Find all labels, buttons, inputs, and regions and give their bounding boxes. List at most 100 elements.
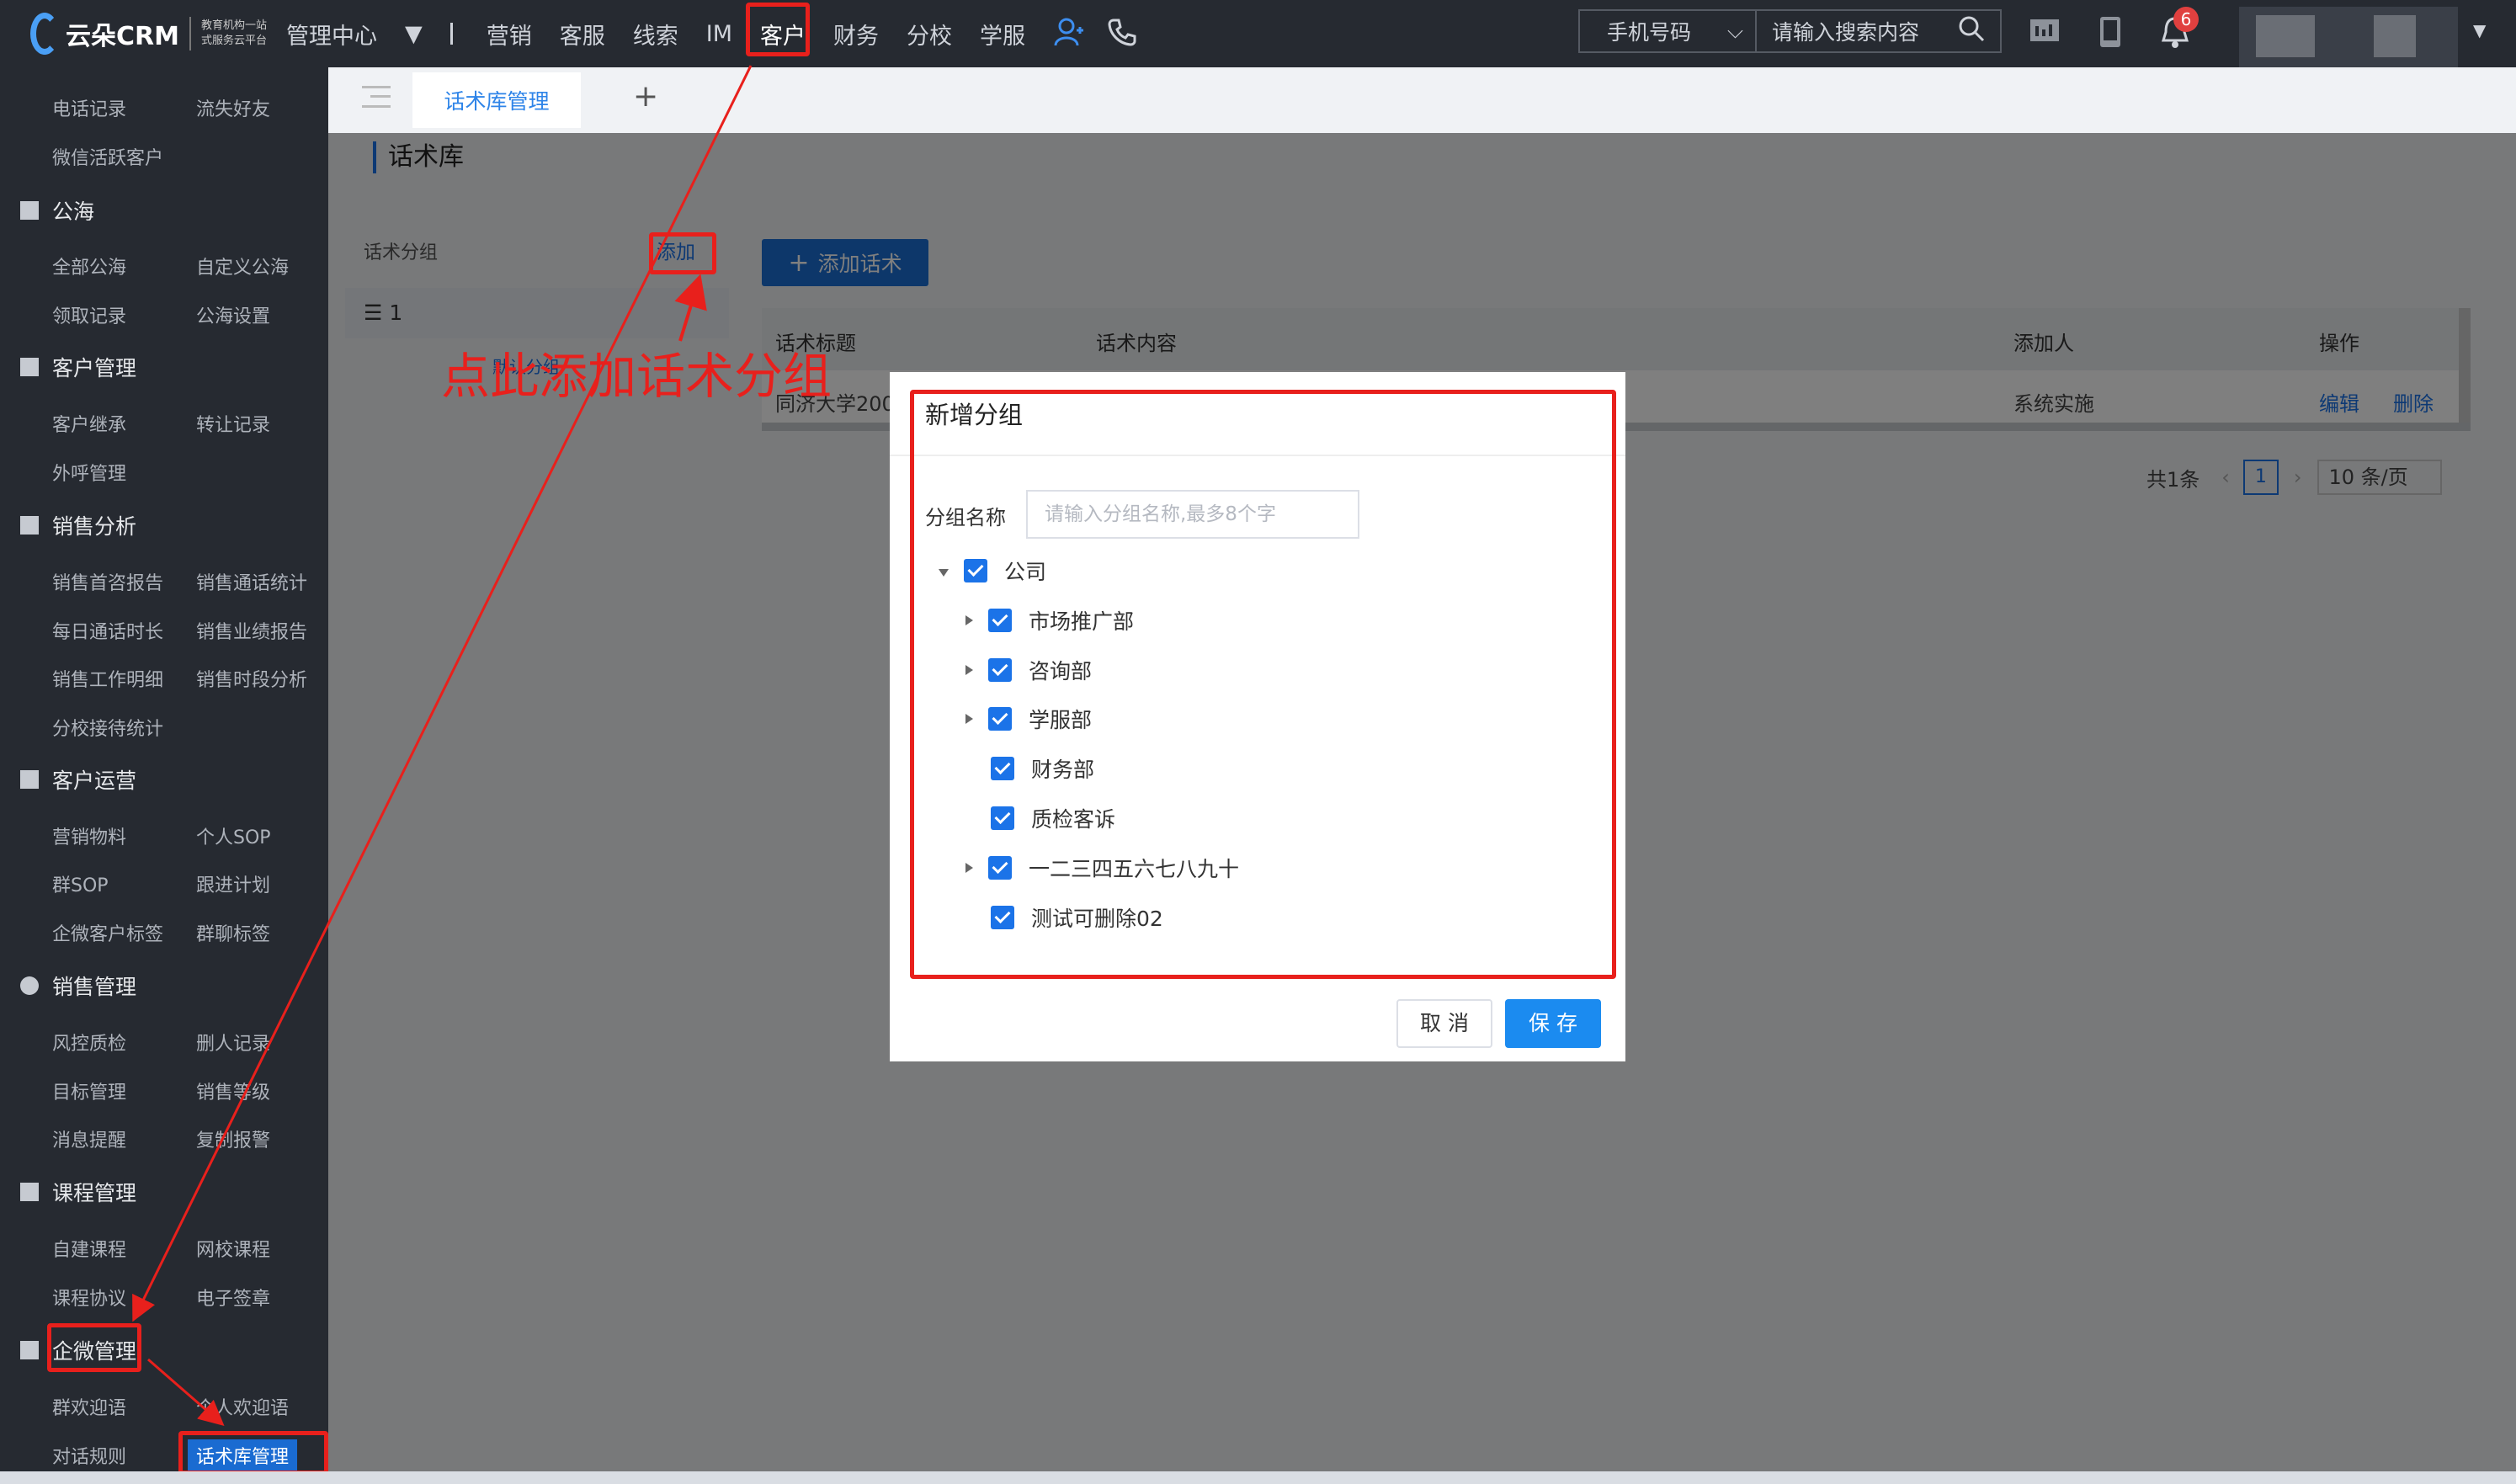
- tab-script-library[interactable]: 话术库管理: [412, 72, 581, 128]
- save-button[interactable]: 保 存: [1505, 999, 1601, 1048]
- chevron-down-icon[interactable]: ▼: [2473, 20, 2486, 40]
- sidebar-item[interactable]: 销售通话统计: [196, 568, 307, 595]
- sidebar-item[interactable]: 领取记录: [52, 301, 126, 328]
- search-icon[interactable]: [1958, 15, 1985, 47]
- sidebar-item[interactable]: 企微客户标签: [52, 919, 163, 946]
- sidebar-item-lost-friends[interactable]: 流失好友: [196, 94, 270, 121]
- nav-finance[interactable]: 财务: [833, 18, 879, 51]
- sidebar-item[interactable]: 消息提醒: [52, 1125, 126, 1152]
- logo[interactable]: 云朵CRM 教育机构一站 式服务云平台: [30, 7, 267, 61]
- sidebar-item[interactable]: 分校接待统计: [52, 714, 163, 741]
- tree-node-company[interactable]: 公司: [939, 556, 1046, 586]
- checkbox-checked-icon[interactable]: [988, 658, 1012, 682]
- caret-down-icon[interactable]: [939, 568, 949, 577]
- sidebar-item[interactable]: 营销物料: [52, 822, 126, 849]
- cancel-button[interactable]: 取 消: [1396, 999, 1492, 1048]
- tree-node[interactable]: 一二三四五六七八九十: [965, 853, 1239, 883]
- sidebar-item-wechat-active[interactable]: 微信活跃客户: [52, 143, 163, 170]
- monitor-icon[interactable]: [2029, 18, 2061, 50]
- sidebar-item[interactable]: 个人SOP: [196, 822, 271, 849]
- tab-bar: 话术库管理 +: [328, 67, 2516, 133]
- sidebar-item[interactable]: 销售时段分析: [196, 665, 307, 692]
- sidebar-item[interactable]: 每日通话时长: [52, 617, 163, 644]
- sidebar-item[interactable]: 电子签章: [196, 1284, 270, 1311]
- sidebar-item[interactable]: 转让记录: [196, 410, 270, 437]
- add-tab-icon[interactable]: +: [633, 79, 658, 114]
- sidebar-item[interactable]: 删人记录: [196, 1029, 270, 1056]
- sidebar-item-call-records[interactable]: 电话记录: [52, 94, 126, 121]
- sidebar-item[interactable]: 销售等级: [196, 1077, 270, 1104]
- sidebar-item[interactable]: 网校课程: [196, 1235, 270, 1262]
- nav-marketing[interactable]: 营销: [487, 18, 532, 51]
- user-icon[interactable]: [1053, 17, 1084, 51]
- nav-leads[interactable]: 线索: [633, 18, 678, 51]
- chevron-down-icon[interactable]: ▼: [405, 21, 423, 47]
- sidebar-item[interactable]: 客户继承: [52, 410, 126, 437]
- checkbox-checked-icon[interactable]: [964, 559, 987, 582]
- checkbox-checked-icon[interactable]: [991, 757, 1014, 780]
- tree-node[interactable]: 市场推广部: [965, 605, 1134, 636]
- sidebar-item[interactable]: 目标管理: [52, 1077, 126, 1104]
- caret-right-icon[interactable]: [965, 863, 973, 873]
- sidebar-item[interactable]: 销售首咨报告: [52, 568, 163, 595]
- checkbox-checked-icon[interactable]: [991, 906, 1014, 929]
- sidebar-item[interactable]: 风控质检: [52, 1029, 126, 1056]
- sidebar-item[interactable]: 跟进计划: [196, 870, 270, 897]
- sidebar-item[interactable]: 群聊标签: [196, 919, 270, 946]
- sidebar-item[interactable]: 群欢迎语: [52, 1393, 126, 1420]
- caret-right-icon[interactable]: [965, 714, 973, 724]
- tree-node[interactable]: 测试可删除02: [965, 902, 1163, 933]
- nav-management-center[interactable]: 管理中心: [286, 18, 377, 51]
- tree-node[interactable]: 质检客诉: [965, 803, 1115, 833]
- logo-slogan: 教育机构一站 式服务云平台: [201, 19, 267, 49]
- checkbox-checked-icon[interactable]: [988, 856, 1012, 880]
- sidebar-item[interactable]: 群SOP: [52, 870, 109, 897]
- tree-node[interactable]: 财务部: [965, 753, 1094, 784]
- sidebar-item[interactable]: 全部公海: [52, 253, 126, 279]
- checkbox-checked-icon[interactable]: [988, 609, 1012, 632]
- sidebar-section-public-sea[interactable]: 公海: [20, 195, 94, 226]
- sidebar-section-sales-management[interactable]: 销售管理: [20, 971, 136, 1001]
- bottom-strip: [0, 1471, 2516, 1484]
- sidebar-item[interactable]: 自建课程: [52, 1235, 126, 1262]
- sidebar-section-sales-analysis[interactable]: 销售分析: [20, 510, 136, 540]
- sidebar-item[interactable]: 课程协议: [52, 1284, 126, 1311]
- nav-customer[interactable]: 客户: [760, 18, 806, 51]
- sidebar-item[interactable]: 销售工作明细: [52, 665, 163, 692]
- global-search: 手机号码 ⌵ 请输入搜索内容: [1578, 9, 2002, 53]
- sidebar-item[interactable]: 公海设置: [196, 301, 270, 328]
- tree-node-label: 财务部: [1031, 758, 1095, 782]
- sidebar-item[interactable]: 自定义公海: [196, 253, 289, 279]
- tree-node[interactable]: 咨询部: [965, 655, 1092, 685]
- sidebar-section-customer-management[interactable]: 客户管理: [20, 352, 136, 382]
- top-nav: 管理中心 ▼ 营销 客服 线索 IM 客户 财务 分校 学服: [286, 0, 1161, 67]
- sidebar-item[interactable]: 复制报警: [196, 1125, 270, 1152]
- mobile-icon[interactable]: [2098, 15, 2123, 52]
- nav-service[interactable]: 客服: [560, 18, 605, 51]
- sidebar-item[interactable]: 销售业绩报告: [196, 617, 307, 644]
- search-type-select[interactable]: 手机号码 ⌵: [1580, 11, 1757, 51]
- caret-right-icon[interactable]: [965, 615, 973, 625]
- section-title: 企微管理: [52, 1339, 137, 1364]
- sidebar-item[interactable]: 对话规则: [52, 1442, 126, 1469]
- phone-icon[interactable]: [1107, 17, 1137, 51]
- nav-im[interactable]: IM: [706, 21, 732, 47]
- checkbox-checked-icon[interactable]: [988, 707, 1012, 731]
- nav-branch[interactable]: 分校: [907, 18, 952, 51]
- sidebar-section-customer-operation[interactable]: 客户运营: [20, 764, 136, 795]
- sidebar-item[interactable]: 外呼管理: [52, 459, 126, 486]
- sidebar-section-course-management[interactable]: 课程管理: [20, 1177, 136, 1207]
- group-name-input[interactable]: 请输入分组名称,最多8个字: [1026, 490, 1359, 539]
- annotation-text: 点此添加话术分组: [441, 348, 832, 405]
- sidebar-item[interactable]: 个人欢迎语: [196, 1393, 289, 1420]
- checkbox-checked-icon[interactable]: [991, 806, 1014, 830]
- sidebar-section-wecom-management[interactable]: 企微管理: [20, 1335, 136, 1365]
- tree-node[interactable]: 学服部: [965, 704, 1092, 734]
- nav-student-service[interactable]: 学服: [980, 18, 1025, 51]
- search-input[interactable]: 请输入搜索内容: [1757, 15, 2000, 47]
- menu-collapse-icon[interactable]: [362, 86, 391, 108]
- caret-right-icon[interactable]: [965, 665, 973, 675]
- sidebar-item-script-library[interactable]: 话术库管理: [188, 1439, 298, 1471]
- user-avatar[interactable]: [2239, 7, 2458, 67]
